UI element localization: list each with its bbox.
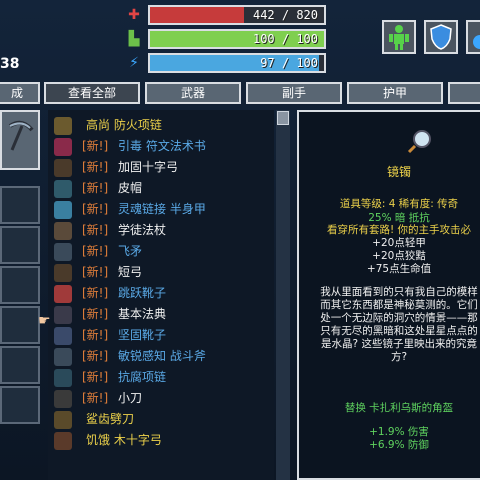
health-cross-icon: ✚	[128, 7, 140, 23]
list-item[interactable]: 高尚 防火项链	[48, 115, 274, 136]
health-value: 442 / 820	[252, 8, 318, 22]
item-lore: 是水晶? 这些镜子里映出来的究竟	[321, 338, 477, 350]
mana-bolt-icon: ⚡	[129, 55, 139, 71]
staff-icon	[54, 222, 72, 240]
item-replace: 替换 卡扎利乌斯的角盔	[344, 402, 454, 414]
tab-armor[interactable]: 护甲	[347, 82, 443, 104]
tab-weapons[interactable]: 武器	[145, 82, 241, 104]
item-set-line: 看穿所有套路! 你的主手攻击必	[326, 224, 472, 236]
defense-button[interactable]	[424, 20, 458, 54]
tab-partial[interactable]: 成	[0, 82, 40, 104]
stamina-value: 100 / 100	[252, 32, 318, 46]
list-item[interactable]: [新!] 引毒 符文法术书	[48, 136, 274, 157]
list-item[interactable]: [新!] 跳跃靴子	[48, 283, 274, 304]
potion-icon	[473, 35, 480, 49]
item-lore: 方?	[390, 351, 408, 363]
health-bar: ✚ 442 / 820	[126, 4, 326, 26]
item-bonus: +20点狡黠	[372, 250, 426, 262]
list-item[interactable]: [新!] 敏锐感知 战斗斧	[48, 346, 274, 367]
equip-slot[interactable]	[0, 266, 40, 304]
list-item[interactable]: [新!] 皮帽	[48, 178, 274, 199]
item-lore: 处一个无边际的洞穴的情景——那	[320, 312, 478, 324]
equip-slot[interactable]	[0, 386, 40, 424]
list-item[interactable]: [新!] 加固十字弓	[48, 157, 274, 178]
list-item[interactable]: 饥饿 木十字弓	[48, 430, 274, 451]
cleaver-icon	[54, 411, 72, 429]
list-item[interactable]: [新!] 学徒法杖	[48, 220, 274, 241]
character-icon	[389, 25, 409, 50]
axe-icon	[54, 348, 72, 366]
item-bonus: +75点生命值	[366, 263, 432, 275]
stamina-bar: ▙ 100 / 100	[126, 28, 326, 50]
shield-icon	[430, 24, 452, 50]
equip-slot[interactable]	[0, 186, 40, 224]
item-bonus: +20点轻甲	[372, 237, 426, 249]
spellbook-icon	[54, 138, 72, 156]
spear-icon	[54, 243, 72, 261]
scrollbar-thumb[interactable]	[277, 111, 289, 125]
hat-icon	[54, 180, 72, 198]
equip-slot[interactable]	[0, 226, 40, 264]
game-screen: ✚ 442 / 820 ▙ 100 / 100 ⚡ 97 / 100 38 成 …	[0, 0, 480, 480]
amulet-icon	[54, 117, 72, 135]
mana-bar: ⚡ 97 / 100	[126, 52, 326, 74]
tab-view-all[interactable]: 查看全部	[44, 82, 140, 104]
item-diff: +6.9% 防御	[369, 439, 429, 451]
pickaxe-icon	[8, 120, 34, 151]
item-title: 镜镯	[386, 165, 411, 179]
list-item[interactable]: 鲨齿劈刀	[48, 409, 274, 430]
bracelet-mirror-icon	[407, 130, 431, 154]
list-item[interactable]: [新!] 短弓	[48, 262, 274, 283]
list-item[interactable]: [新!] 基本法典	[48, 304, 274, 325]
item-lore: 而其它东西都是神秘莫测的。它们	[320, 299, 478, 311]
bow-icon	[54, 264, 72, 282]
list-item[interactable]: [新!] 抗腐项链	[48, 367, 274, 388]
armor-icon	[54, 201, 72, 219]
item-lore: 只有无尽的黑暗和这处星星点点的	[320, 325, 478, 337]
tab-offhand[interactable]: 副手	[246, 82, 342, 104]
crossbow-icon	[54, 432, 72, 450]
item-level-rarity: 道具等级: 4 稀有度: 传奇	[339, 198, 459, 210]
item-detail-panel: 镜镯 道具等级: 4 稀有度: 传奇 25% 暗 抵抗 看穿所有套路! 你的主手…	[297, 110, 480, 480]
dagger-icon	[54, 390, 72, 408]
list-item[interactable]: [新!] 小刀	[48, 388, 274, 409]
equip-slot[interactable]	[0, 306, 40, 344]
list-item[interactable]: [新!] 坚固靴子	[48, 325, 274, 346]
stamina-boot-icon: ▙	[128, 31, 140, 47]
player-level: 38	[0, 56, 20, 72]
amulet-icon	[54, 369, 72, 387]
item-list: 高尚 防火项链 [新!] 引毒 符文法术书 [新!] 加固十字弓 [新!] 皮帽 [新…	[48, 110, 274, 480]
item-diff: +1.9% 伤害	[369, 426, 429, 438]
crossbow-icon	[54, 159, 72, 177]
potion-button[interactable]	[466, 20, 480, 54]
list-item[interactable]: [新!] 灵魂链接 半身甲	[48, 199, 274, 220]
mana-value: 97 / 100	[260, 56, 318, 70]
list-scrollbar[interactable]	[276, 110, 290, 480]
equip-slot-selected[interactable]	[0, 110, 40, 170]
pointer-hand-icon: ☛	[38, 313, 51, 329]
boots-icon	[54, 327, 72, 345]
tab-next[interactable]	[448, 82, 480, 104]
character-button[interactable]	[382, 20, 416, 54]
tome-icon	[54, 306, 72, 324]
list-item[interactable]: [新!] 飞矛	[48, 241, 274, 262]
equip-slot[interactable]	[0, 346, 40, 384]
boots-icon	[54, 285, 72, 303]
item-lore: 我从里面看到的只有我自己的模样	[320, 286, 478, 298]
